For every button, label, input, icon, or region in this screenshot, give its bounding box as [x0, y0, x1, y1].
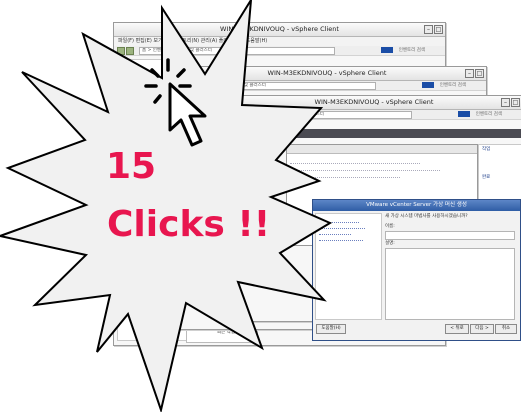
starburst-overlay: 15 Clicks !! [0, 0, 333, 412]
click-count: 15 [106, 146, 156, 187]
click-word: Clicks !! [107, 204, 270, 245]
